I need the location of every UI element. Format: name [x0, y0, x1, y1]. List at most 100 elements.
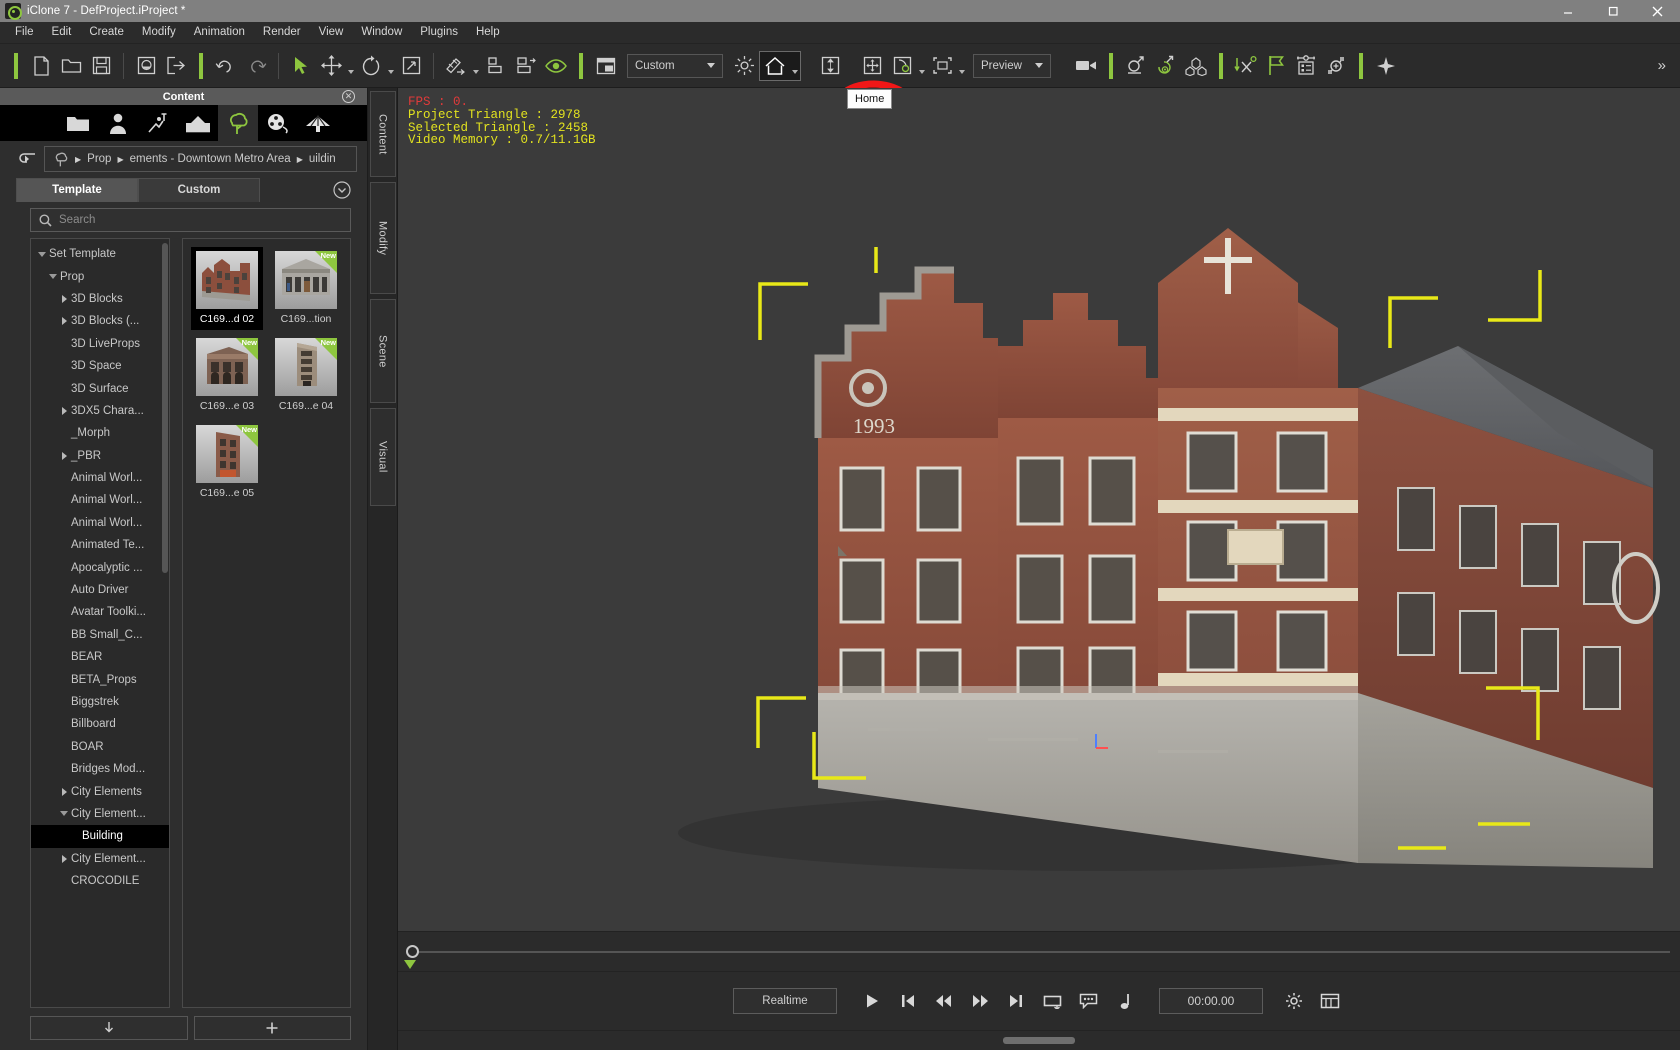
horizontal-scrollbar[interactable]: [1003, 1037, 1075, 1044]
quality-dropdown[interactable]: Preview: [973, 53, 1051, 78]
open-project-button[interactable]: [56, 51, 86, 81]
tree-node[interactable]: Biggstrek: [31, 691, 169, 713]
back-arrow-icon[interactable]: [10, 146, 44, 172]
eye-visibility-button[interactable]: [541, 51, 571, 81]
tree-node[interactable]: _PBR: [31, 445, 169, 467]
breadcrumb[interactable]: ▶ Prop ▶ ements - Downtown Metro Area ▶ …: [44, 146, 357, 172]
jump-to-start-button[interactable]: [893, 987, 923, 1015]
toolbar-overflow-icon[interactable]: »: [1650, 57, 1674, 74]
prop-tree-icon[interactable]: [218, 105, 258, 141]
flag-button[interactable]: [1261, 51, 1291, 81]
menu-plugins[interactable]: Plugins: [411, 24, 467, 42]
move-tool-chevron-down-icon[interactable]: [346, 51, 356, 81]
new-project-button[interactable]: [26, 51, 56, 81]
thumbnail-item[interactable]: New C169...e 04: [270, 334, 342, 417]
export-button[interactable]: [161, 51, 191, 81]
bounding-box-button[interactable]: [927, 51, 957, 81]
load-button[interactable]: [131, 51, 161, 81]
particle-icon[interactable]: [298, 105, 338, 141]
plus-icon[interactable]: [193, 1016, 351, 1040]
soft-cloth-button[interactable]: [1151, 51, 1181, 81]
tree-node[interactable]: Set Template: [31, 243, 169, 265]
chevron-down-circle-icon[interactable]: [333, 180, 351, 199]
tree-node[interactable]: Animated Te...: [31, 534, 169, 556]
pivot-button[interactable]: [887, 51, 917, 81]
home-chevron-down-icon[interactable]: [790, 51, 800, 81]
menu-edit[interactable]: Edit: [43, 24, 81, 42]
timeline-playhead[interactable]: [406, 945, 419, 958]
thumbnail-item[interactable]: New C169...e 05: [191, 421, 263, 504]
rotate-tool-button[interactable]: [356, 51, 386, 81]
tree-node[interactable]: BEAR: [31, 646, 169, 668]
camera-button[interactable]: [1071, 51, 1101, 81]
jump-to-end-button[interactable]: [1001, 987, 1031, 1015]
tree-node[interactable]: 3D LiveProps: [31, 333, 169, 355]
fast-forward-button[interactable]: [965, 987, 995, 1015]
tree-node[interactable]: Auto Driver: [31, 579, 169, 601]
tree-node[interactable]: BB Small_C...: [31, 624, 169, 646]
loop-button[interactable]: [1037, 987, 1067, 1015]
tree-node[interactable]: 3D Space: [31, 355, 169, 377]
menu-animation[interactable]: Animation: [185, 24, 254, 42]
tree-scrollbar[interactable]: [162, 243, 168, 573]
vertical-tab-content[interactable]: Content: [369, 91, 396, 177]
folder-icon[interactable]: [58, 105, 98, 141]
tree-node[interactable]: 3D Blocks (...: [31, 310, 169, 332]
move-tool-button[interactable]: [316, 51, 346, 81]
tree-node[interactable]: Apocalyptic ...: [31, 556, 169, 578]
motion-path-button[interactable]: [1231, 51, 1261, 81]
tab-template[interactable]: Template: [16, 177, 138, 202]
menu-help[interactable]: Help: [467, 24, 509, 42]
spring-button[interactable]: [1321, 51, 1351, 81]
align-tool-chevron-down-icon[interactable]: [471, 51, 481, 81]
vertical-tab-modify[interactable]: Modify: [369, 182, 396, 294]
stage-icon[interactable]: [178, 105, 218, 141]
thumbnail-item[interactable]: New C169...tion: [270, 247, 342, 330]
chevron-down-icon[interactable]: [46, 274, 60, 280]
view-preset-dropdown[interactable]: Custom: [627, 53, 723, 78]
audio-button[interactable]: [1109, 987, 1139, 1015]
3d-viewport[interactable]: FPS : 0. Project Triangle : 2978 Selecte…: [398, 88, 1680, 932]
actor-icon[interactable]: [98, 105, 138, 141]
tree-node[interactable]: BETA_Props: [31, 668, 169, 690]
align-tool-button[interactable]: [441, 51, 471, 81]
breadcrumb-part-area[interactable]: ements - Downtown Metro Area: [130, 153, 291, 165]
transform-button[interactable]: [857, 51, 887, 81]
thumbnail-item[interactable]: New C169...e 03: [191, 334, 263, 417]
menu-file[interactable]: File: [6, 24, 43, 42]
chevron-right-icon[interactable]: [57, 854, 71, 863]
breadcrumb-part-building[interactable]: uildin: [309, 153, 336, 165]
tree-node[interactable]: Animal Worl...: [31, 512, 169, 534]
tree-node[interactable]: Billboard: [31, 713, 169, 735]
timeline-bar[interactable]: [398, 932, 1680, 972]
pivot-chevron-down-icon[interactable]: [917, 51, 927, 81]
tree-node[interactable]: Prop: [31, 265, 169, 287]
tree-node[interactable]: CROCODILE: [31, 870, 169, 892]
tree-node[interactable]: Animal Worl...: [31, 489, 169, 511]
tree-node[interactable]: City Element...: [31, 848, 169, 870]
tree-node[interactable]: Animal Worl...: [31, 467, 169, 489]
chevron-right-icon[interactable]: [57, 787, 71, 796]
rotate-tool-chevron-down-icon[interactable]: [386, 51, 396, 81]
chevron-down-icon[interactable]: [35, 251, 49, 257]
menu-view[interactable]: View: [310, 24, 353, 42]
scene-list-button[interactable]: [1291, 51, 1321, 81]
thumbnail-item[interactable]: C169...d 02: [191, 247, 263, 330]
particle-button[interactable]: [1181, 51, 1211, 81]
undo-button[interactable]: [211, 51, 241, 81]
tree-node[interactable]: Bridges Mod...: [31, 758, 169, 780]
category-tree[interactable]: Set Template Prop 3D Blocks 3D Blocks (... 3…: [30, 238, 170, 1008]
close-icon[interactable]: ✕: [342, 90, 355, 103]
chevron-right-icon[interactable]: [57, 406, 71, 415]
motion-icon[interactable]: [138, 105, 178, 141]
breadcrumb-part-prop[interactable]: Prop: [87, 153, 111, 165]
playback-settings-button[interactable]: [1279, 987, 1309, 1015]
light-toggle-button[interactable]: [729, 51, 759, 81]
tree-node[interactable]: Building: [31, 825, 169, 848]
keyframe-marker-icon[interactable]: [404, 960, 416, 969]
search-box[interactable]: [30, 208, 351, 232]
menu-render[interactable]: Render: [254, 24, 310, 42]
physics-button[interactable]: [1121, 51, 1151, 81]
tab-custom[interactable]: Custom: [138, 177, 260, 202]
search-input[interactable]: [59, 214, 342, 226]
